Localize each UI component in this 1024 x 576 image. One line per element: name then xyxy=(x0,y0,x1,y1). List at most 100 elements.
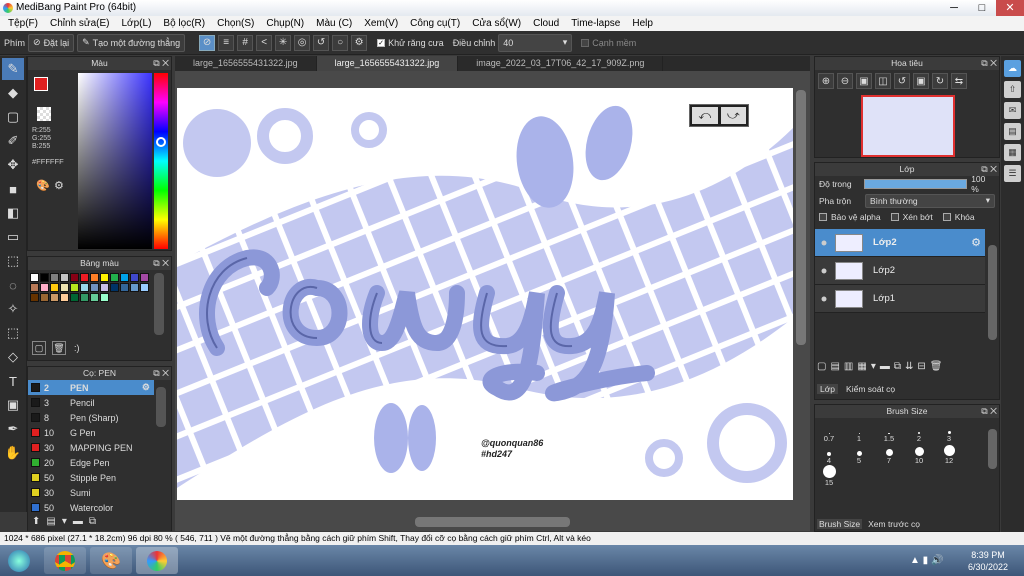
palette-swatch[interactable] xyxy=(100,293,109,302)
copy-icon[interactable]: ⧉ xyxy=(89,516,96,527)
magic-wand-tool-icon[interactable]: ✧ xyxy=(2,298,24,320)
eyedropper-tool-icon[interactable]: ✒ xyxy=(2,418,24,440)
brush-item[interactable]: 2 PEN ⚙ xyxy=(28,380,154,395)
palette-swatch[interactable] xyxy=(100,273,109,282)
palette-swatch[interactable] xyxy=(40,293,49,302)
dot-tool-icon[interactable]: ▢ xyxy=(2,106,24,128)
palette-swatch[interactable] xyxy=(90,293,99,302)
saturation-value-picker[interactable] xyxy=(78,73,152,249)
menu-file[interactable]: Tệp(F) xyxy=(2,16,44,31)
zoom-out-icon[interactable]: ⊖ xyxy=(837,73,853,89)
palette-swatch[interactable] xyxy=(80,293,89,302)
smooth-edge-checkbox[interactable] xyxy=(581,38,590,47)
menu-filter[interactable]: Bộ lọc(R) xyxy=(157,16,211,31)
tab-brush-size[interactable]: Brush Size xyxy=(817,519,863,529)
doc-tab[interactable]: large_1656555431322.jpg xyxy=(175,56,317,71)
brush-size-option[interactable]: 10 xyxy=(909,443,929,465)
palette-swatch[interactable] xyxy=(60,283,69,292)
start-button[interactable] xyxy=(2,547,36,574)
reset-view-icon[interactable]: ▣ xyxy=(913,73,929,89)
eraser-tool-icon[interactable]: ◆ xyxy=(2,82,24,104)
palette-swatch[interactable] xyxy=(140,273,149,282)
new-layer-1bit-icon[interactable]: ▦ xyxy=(857,361,866,372)
palette-swap-icon[interactable]: ⚙ xyxy=(54,179,64,192)
hue-handle[interactable] xyxy=(156,137,166,147)
layer-item[interactable]: Lớp1 xyxy=(815,285,985,313)
opacity-slider[interactable] xyxy=(864,179,968,189)
tab-layer[interactable]: Lớp xyxy=(817,384,839,394)
menu-snap[interactable]: Chụp(N) xyxy=(260,16,310,31)
brush-item[interactable]: 10 G Pen xyxy=(28,425,154,440)
minimize-button[interactable]: ─ xyxy=(940,0,968,16)
brush-size-option[interactable]: 3 xyxy=(939,421,959,443)
menu-color[interactable]: Màu (C) xyxy=(310,16,358,31)
doc-tab[interactable]: image_2022_03_17T06_42_17_909Z.png xyxy=(458,56,664,71)
circle-snap-icon[interactable]: ○ xyxy=(332,34,349,51)
palette-swatch[interactable] xyxy=(120,283,129,292)
straight-line-button[interactable]: ✎ Tạo một đường thẳng xyxy=(77,33,186,52)
gradient-tool-icon[interactable]: ▭ xyxy=(2,226,24,248)
brush-menu-icon[interactable]: ▾ xyxy=(62,516,67,527)
duplicate-layer-icon[interactable]: ⧉ xyxy=(894,361,901,372)
close-icon[interactable]: ⧉ ✕ xyxy=(981,163,997,176)
palette-swatch[interactable] xyxy=(130,283,139,292)
add-layer-menu-icon[interactable]: ▾ xyxy=(871,361,876,372)
new-layer-halftone-icon[interactable]: ▤ xyxy=(830,361,839,372)
clear-layer-icon[interactable]: ⊟ xyxy=(917,361,925,372)
move-tool-icon[interactable]: ✥ xyxy=(2,154,24,176)
brush-size-option[interactable]: 0.7 xyxy=(819,421,839,443)
brush-size-option[interactable]: 12 xyxy=(939,443,959,465)
menu-view[interactable]: Xem(V) xyxy=(358,16,404,31)
palette-swatch[interactable] xyxy=(140,283,149,292)
correction-select[interactable]: 40 ▾ xyxy=(498,33,573,52)
menu-help[interactable]: Help xyxy=(626,16,659,31)
select-pen-tool-icon[interactable]: ⬚ xyxy=(2,322,24,344)
list-icon[interactable]: ☰ xyxy=(1004,165,1021,182)
text-tool-icon[interactable]: T xyxy=(2,370,24,392)
concentric-snap-icon[interactable]: ◎ xyxy=(294,34,311,51)
parallel-snap-icon[interactable]: ≡ xyxy=(218,34,235,51)
menu-cloud[interactable]: Cloud xyxy=(527,16,565,31)
medibang-taskbar-icon[interactable] xyxy=(136,547,178,574)
brush-size-scrollbar[interactable] xyxy=(988,429,997,469)
palette-swatch[interactable] xyxy=(50,293,59,302)
brush-item[interactable]: 8 Pen (Sharp) xyxy=(28,410,154,425)
menu-tools[interactable]: Công cụ(T) xyxy=(404,16,466,31)
menu-layer[interactable]: Lớp(L) xyxy=(116,16,158,31)
palette-swatch[interactable] xyxy=(90,273,99,282)
transparent-swatch[interactable] xyxy=(37,107,51,121)
palette-swatch[interactable] xyxy=(50,273,59,282)
menu-select[interactable]: Chọn(S) xyxy=(211,16,260,31)
merge-layer-icon[interactable]: ⇊ xyxy=(905,361,913,372)
menu-edit[interactable]: Chỉnh sửa(E) xyxy=(44,16,116,31)
palette-swatch[interactable] xyxy=(110,273,119,282)
gear-icon[interactable]: ⚙ xyxy=(971,236,981,249)
document-icon[interactable]: ▦ xyxy=(1004,144,1021,161)
protect-alpha-checkbox[interactable] xyxy=(819,213,827,221)
brush-size-option[interactable]: 15 xyxy=(819,465,839,487)
close-button[interactable]: ✕ xyxy=(996,0,1024,16)
canvas-vscroll[interactable] xyxy=(796,90,806,345)
rotate-right-icon[interactable]: ↻ xyxy=(932,73,948,89)
pen-tool-icon[interactable]: ✐ xyxy=(2,130,24,152)
palette-swatch[interactable] xyxy=(30,273,39,282)
palette-swatch[interactable] xyxy=(40,273,49,282)
lasso-tool-icon[interactable]: ◌ xyxy=(2,274,24,296)
brush-size-option[interactable]: 1.5 xyxy=(879,421,899,443)
clock[interactable]: 8:39 PM 6/30/2022 xyxy=(968,549,1008,573)
close-icon[interactable]: ⧉ ✕ xyxy=(153,367,169,380)
reset-button[interactable]: ⊘ Đặt lại xyxy=(28,33,75,52)
trash-icon[interactable]: 🗑 xyxy=(930,361,943,372)
upload-icon[interactable]: ⇧ xyxy=(1004,81,1021,98)
vanish-snap-icon[interactable]: < xyxy=(256,34,273,51)
bucket-tool-icon[interactable]: ◧ xyxy=(2,202,24,224)
palette-swatch[interactable] xyxy=(70,293,79,302)
brush-tool-icon[interactable]: ✎ xyxy=(2,58,24,80)
close-icon[interactable]: ⧉ ✕ xyxy=(981,405,997,418)
actual-size-icon[interactable]: ◫ xyxy=(875,73,891,89)
palette-swatch[interactable] xyxy=(60,293,69,302)
palette-swatch[interactable] xyxy=(80,273,89,282)
tray-icons[interactable]: ▲ ▮ 🔊 xyxy=(910,555,943,566)
doc-tab-active[interactable]: large_1656555431322.jpg xyxy=(316,56,459,71)
chrome-taskbar-icon[interactable] xyxy=(44,547,86,574)
